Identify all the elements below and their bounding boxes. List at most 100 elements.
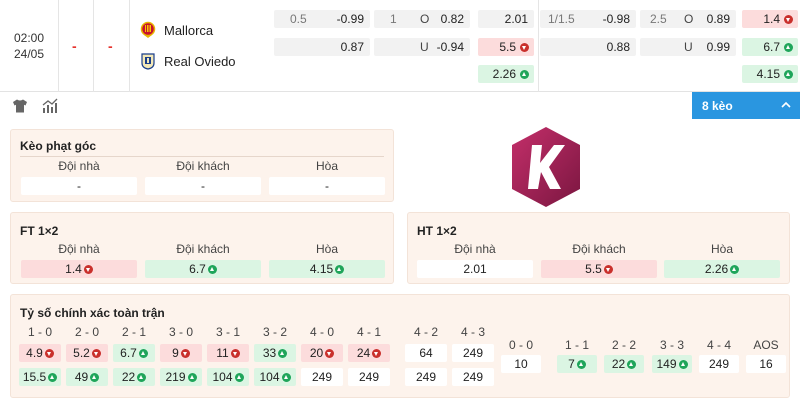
odd-value: 249 [462,346,484,360]
kickoff-date: 24/05 [13,47,45,61]
odd-value: 7 [568,357,575,371]
odd-value: 104 [212,370,233,384]
arrow-down-icon [325,349,335,358]
ht-ou-over[interactable]: 2.5 O 0.89 [640,10,736,28]
ht-away-odd[interactable]: 5.5 [541,260,657,278]
arrow-up-icon [678,360,688,369]
ht-draw-odd[interactable]: 2.26 [664,260,780,278]
score-odd[interactable]: 7 [557,355,597,373]
score-odd[interactable]: 104 [207,368,249,386]
score-odd[interactable]: 6.7 [113,344,155,362]
ft-ah-home[interactable]: 0.5 -0.99 [274,10,370,28]
ft-ah-away[interactable]: 0.87 [274,38,370,56]
score-odd[interactable]: 24 [348,344,390,362]
score-odd[interactable]: 249 [348,368,390,386]
arrow-down-icon [230,349,240,358]
arrow-up-icon [335,265,345,274]
ht-ou-line: 2.5 [650,12,667,26]
corner-home-odd[interactable]: - [21,177,137,195]
score-odd[interactable]: 9 [160,344,202,362]
score-odd[interactable]: 22 [113,368,155,386]
odd-value: 104 [259,370,280,384]
corner-draw-odd[interactable]: - [269,177,385,195]
jersey-icon[interactable] [12,98,28,114]
ft-ou-under-odd: -0.94 [436,40,464,54]
stats-chart-icon[interactable] [42,98,58,114]
arrow-up-icon [138,349,148,358]
score-odd[interactable]: 219 [160,368,202,386]
odd-value: 9 [172,346,179,360]
ft-ah-home-odd: -0.99 [336,12,364,26]
score-odd[interactable]: 249 [405,368,447,386]
score-odd[interactable]: 11 [207,344,249,362]
ht-ah-away[interactable]: 0.88 [540,38,636,56]
arrow-up-icon [137,373,147,382]
ft-draw-odd[interactable]: 4.15 [269,260,385,278]
odd-value: 5.2 [73,346,90,360]
arrow-down-icon [91,349,101,358]
ht-ah-away-odd: 0.88 [606,40,630,54]
odd-value: 2.26 [704,262,729,276]
score-odd[interactable]: 249 [452,368,494,386]
ht-1x2-home[interactable]: 1.4 [742,10,798,28]
away-score: - [108,38,113,54]
arrow-up-icon [281,373,291,382]
score-odd[interactable]: 249 [301,368,343,386]
score-header: 2 - 0 [74,325,99,339]
ft-home-odd[interactable]: 1.4 [21,260,137,278]
ft-1x2-home[interactable]: 2.01 [478,10,534,28]
odd-value: 20 [309,346,324,360]
correct-score-panel: Tỷ số chính xác toàn trận 1 - 0 4.9 15.5 2 … [10,294,790,398]
score-odd[interactable]: 22 [604,355,644,373]
ht-1x2-draw-odd: 4.15 [756,67,780,81]
odd-value: 4.15 [309,262,334,276]
score-header: 4 - 3 [460,325,485,339]
score-odd[interactable]: 249 [699,355,739,373]
col-draw: Hòa [315,242,338,256]
odd-value: 249 [462,370,484,384]
ft-1x2-away[interactable]: 5.5 [478,38,534,56]
score-odd[interactable]: 15.5 [19,368,61,386]
ht-1x2-away-odd: 6.7 [763,40,780,54]
arrow-down-icon [372,349,382,358]
ft-1x2-home-odd: 2.01 [504,12,528,26]
ft-ou-line: 1 [390,12,397,26]
score-odd[interactable]: 104 [254,368,296,386]
under-label: U [684,40,693,54]
score-odd[interactable]: 5.2 [66,344,108,362]
col-home: Đội nhà [454,242,496,256]
score-odd[interactable]: 49 [66,368,108,386]
score-odd[interactable]: 33 [254,344,296,362]
arrow-up-icon [576,360,586,369]
away-team-name: Real Oviedo [164,53,236,69]
home-team[interactable]: Mallorca [140,20,213,40]
ft-1x2-draw[interactable]: 2.26 [478,65,534,83]
more-odds-button[interactable]: 8 kèo [692,92,800,119]
corner-away-odd[interactable]: - [145,177,261,195]
ht-ah-home[interactable]: 1/1.5 -0.98 [540,10,636,28]
score-odd[interactable]: 149 [652,355,692,373]
score-header: 3 - 1 [215,325,240,339]
ht-home-odd[interactable]: 2.01 [417,260,533,278]
score-odd[interactable]: 249 [452,344,494,362]
away-team[interactable]: Real Oviedo [140,51,236,71]
over-label: O [420,12,430,26]
score-odd[interactable]: 20 [301,344,343,362]
ft-ou-over[interactable]: 1 O 0.82 [374,10,470,28]
ht-1x2-away[interactable]: 6.7 [742,38,798,56]
score-odd[interactable]: 64 [405,344,447,362]
odd-value: 11 [216,346,229,360]
score-odd[interactable]: 16 [746,355,786,373]
ht-1x2-draw[interactable]: 4.15 [742,65,798,83]
ft-ou-under[interactable]: U -0.94 [374,38,470,56]
ft-1x2-away-odd: 5.5 [499,40,516,54]
mallorca-crest-icon [140,21,156,38]
toolbar [0,92,800,120]
ft-away-odd[interactable]: 6.7 [145,260,261,278]
score-odd[interactable]: 10 [501,355,541,373]
ft-1x2-panel: FT 1×2 Đội nhà Đội khách Hòa 1.4 6.7 4.1… [10,212,394,284]
ht-ou-under[interactable]: U 0.99 [640,38,736,56]
match-row[interactable]: 02:00 24/05 - - Mallorca Real Oviedo 0.5… [0,0,800,92]
score-odd[interactable]: 4.9 [19,344,61,362]
arrow-up-icon [784,70,793,79]
